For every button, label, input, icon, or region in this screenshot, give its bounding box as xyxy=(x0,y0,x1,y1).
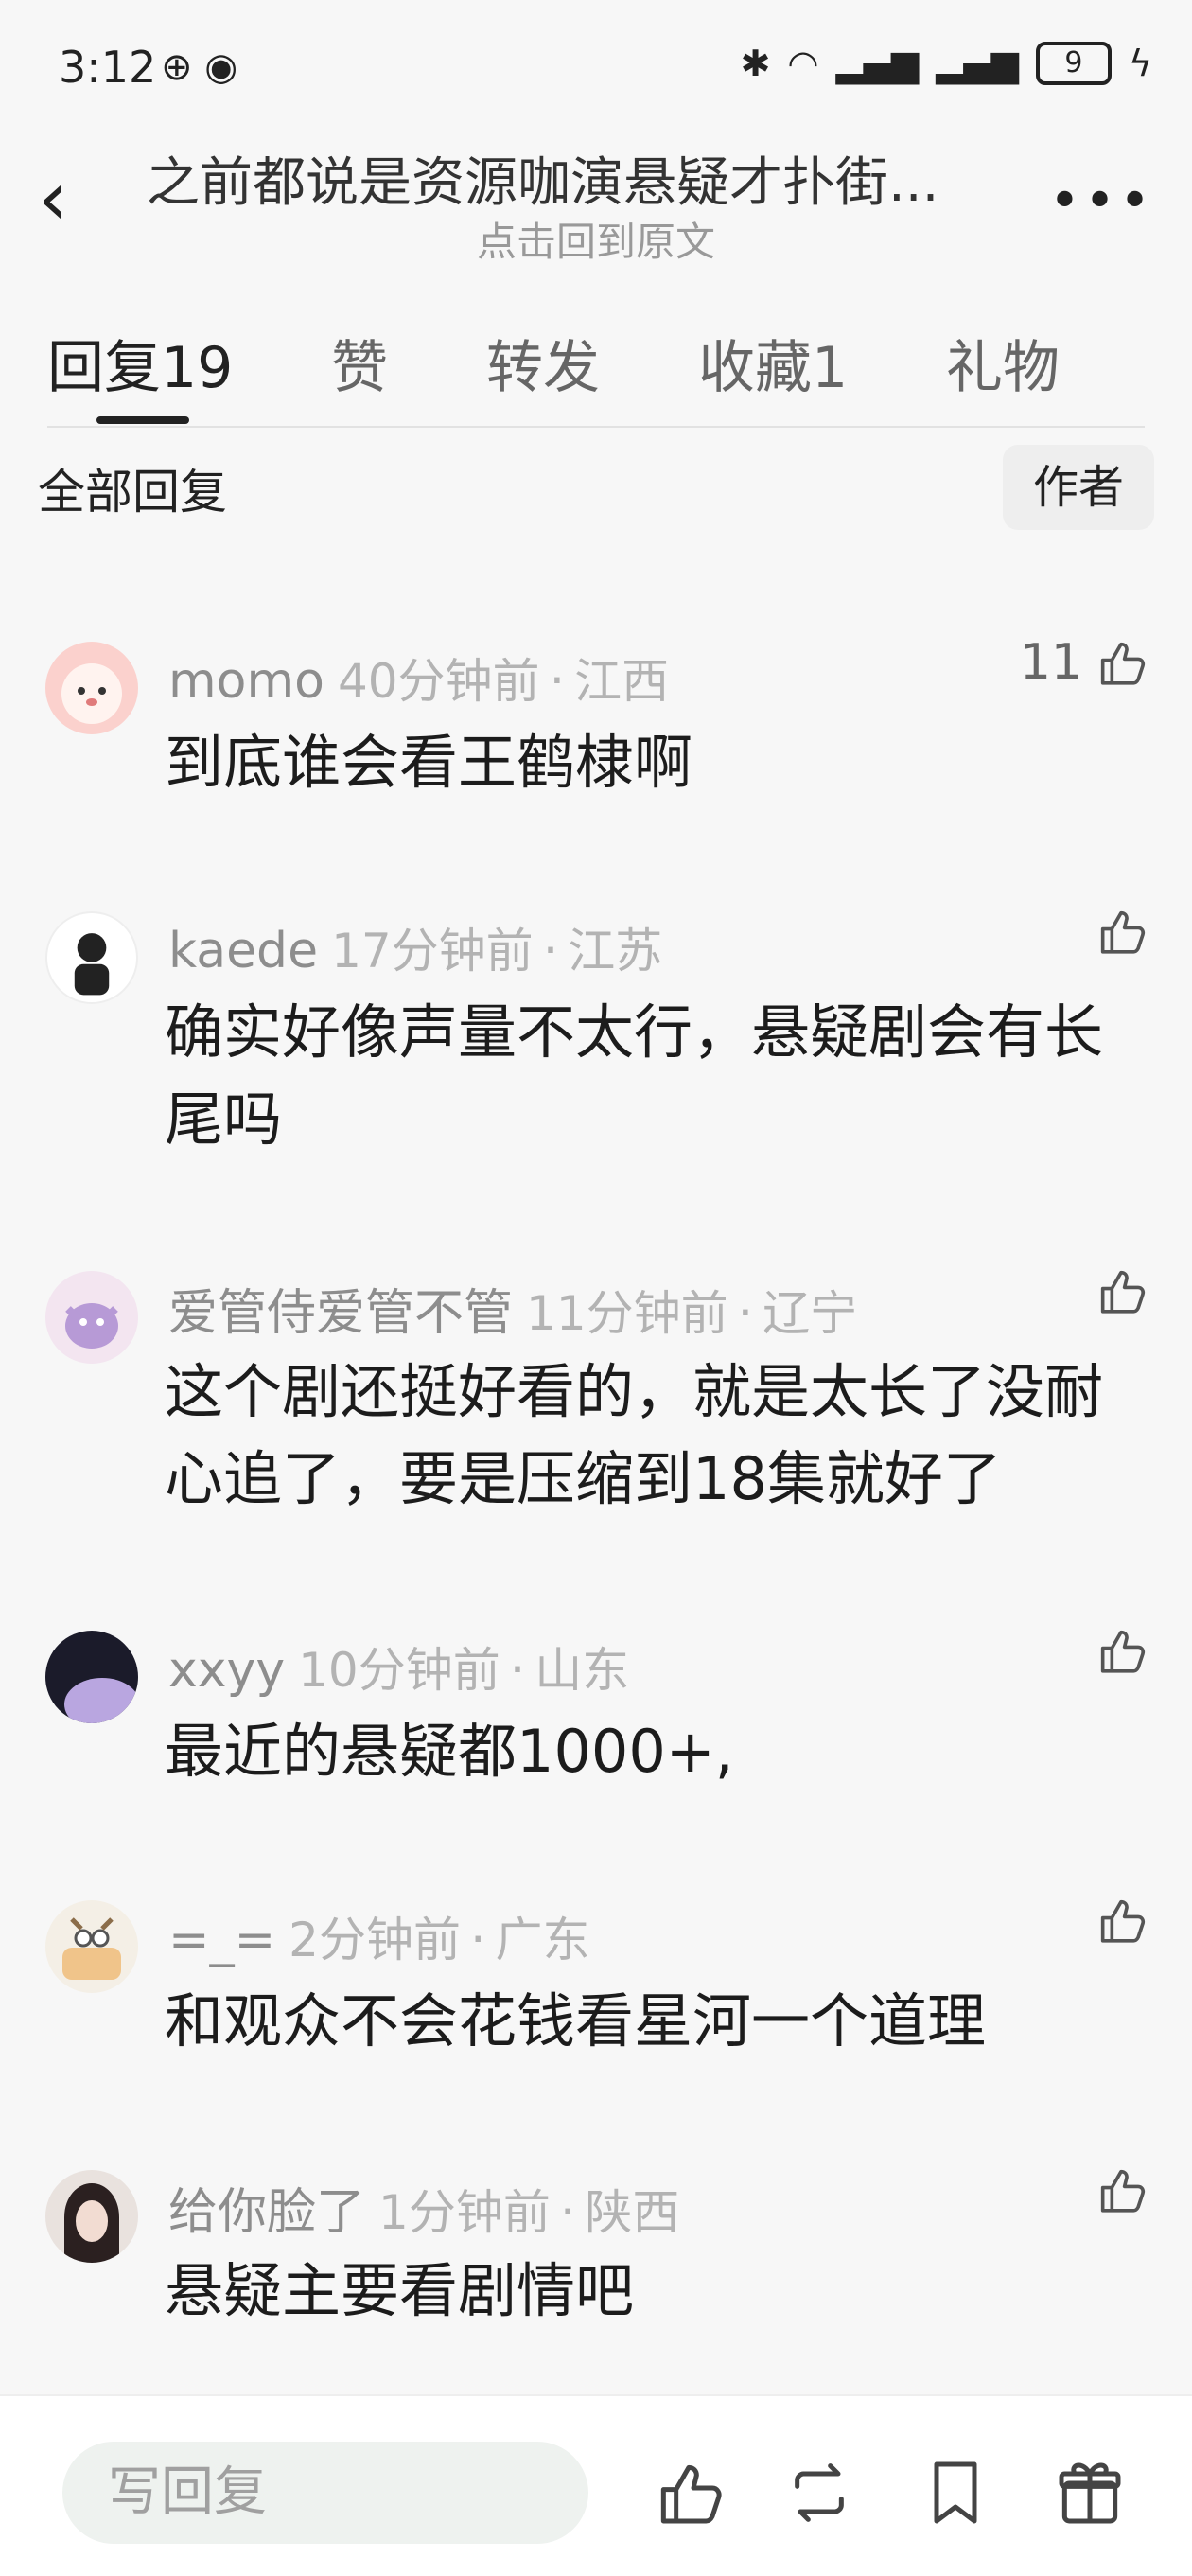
signal-icon-2: ▂▄▆ xyxy=(936,43,1019,84)
comment-time: 11分钟前 xyxy=(526,1286,728,1341)
gift-icon[interactable] xyxy=(1052,2455,1128,2531)
status-right-icons: ✱ ◠ ▂▄▆ ▂▄▆ 9 ϟ xyxy=(741,42,1152,85)
comment-item[interactable]: momo 40分钟前 · 江西 11 到底谁会看王鹤棣啊 xyxy=(0,625,1192,833)
comment-meta: =_= 2分钟前 · 广东 xyxy=(168,1902,589,1970)
comment-text: 和观众不会花钱看星河一个道理 xyxy=(165,1986,987,2056)
bookmark-icon[interactable] xyxy=(918,2455,993,2531)
back-to-original-link[interactable]: 点击回到原文 xyxy=(0,210,1192,268)
header: ‹ 之前都说是资源咖演悬疑才扑街... 点击回到原文 ••• xyxy=(0,132,1192,274)
wifi-icon: ◠ xyxy=(787,43,819,84)
like-icon xyxy=(1100,1899,1146,1943)
comment-location: 陕西 xyxy=(585,2185,680,2240)
more-icon[interactable]: ••• xyxy=(1049,170,1154,232)
tab-replies-count: 19 xyxy=(161,335,234,401)
separator-dot: · xyxy=(469,1912,486,1968)
like-icon xyxy=(1100,910,1146,954)
comment-item[interactable]: xxyy 10分钟前 · 山东 最近的悬疑都1000+, xyxy=(0,1614,1192,1822)
comment-text: 到底谁会看王鹤棣啊 xyxy=(165,728,693,797)
separator-dot: · xyxy=(509,1642,526,1699)
comment-location: 江苏 xyxy=(568,924,663,979)
avatar[interactable] xyxy=(45,911,138,1004)
filter-all-replies[interactable]: 全部回复 xyxy=(38,454,227,522)
comment-meta: 给你脸了 1分钟前 · 陕西 xyxy=(168,2172,679,2243)
comment-text: 这个剧还挺好看的，就是太长了没耐心追了，要是压缩到18集就好了 xyxy=(165,1357,1104,1513)
comment-time: 40分钟前 xyxy=(337,654,540,709)
comment-location: 广东 xyxy=(495,1913,590,1967)
comment-item[interactable]: 爱管侍爱管不管 11分钟前 · 辽宁 这个剧还挺好看的，就是太长了没耐心追了，要是压缩… xyxy=(0,1254,1192,1538)
repost-icon[interactable] xyxy=(781,2455,857,2531)
like-icon xyxy=(1100,2169,1146,2213)
avatar[interactable] xyxy=(45,1900,138,1993)
charging-icon: ϟ xyxy=(1128,43,1152,84)
tab-favorites[interactable]: 收藏1 xyxy=(698,322,848,404)
comment-username[interactable]: xxyy xyxy=(168,1642,285,1699)
comment-meta: 爱管侍爱管不管 11分钟前 · 辽宁 xyxy=(168,1273,857,1344)
separator-dot: · xyxy=(549,653,566,710)
tab-gifts[interactable]: 礼物 xyxy=(946,322,1060,404)
comment-like-button[interactable] xyxy=(1082,1893,1148,1948)
comment-time: 2分钟前 xyxy=(289,1913,461,1967)
tab-favorites-count: 1 xyxy=(812,335,849,401)
battery-icon: 9 xyxy=(1035,42,1112,85)
comment-time: 17分钟前 xyxy=(331,924,534,979)
like-icon xyxy=(1100,642,1146,685)
comment-location: 江西 xyxy=(574,654,670,709)
filter-author-button[interactable]: 作者 xyxy=(1003,445,1154,530)
comment-like-button[interactable] xyxy=(1082,1263,1148,1318)
comment-text: 最近的悬疑都1000+, xyxy=(165,1717,734,1786)
tab-likes-label: 赞 xyxy=(331,335,388,401)
comment-text: 确实好像声量不太行，悬疑剧会有长尾吗 xyxy=(165,997,1104,1154)
status-bar: 3:12 ⊕ ◉ ✱ ◠ ▂▄▆ ▂▄▆ 9 ϟ xyxy=(0,0,1192,132)
separator-dot: · xyxy=(737,1285,754,1342)
comment-like-button[interactable]: 11 xyxy=(1020,634,1148,691)
tab-gifts-label: 礼物 xyxy=(946,335,1060,401)
comment-username[interactable]: momo xyxy=(168,653,324,710)
comment-meta: momo 40分钟前 · 江西 xyxy=(168,644,669,712)
bottom-action-bar: 写回复 xyxy=(0,2394,1192,2576)
comment-like-button[interactable] xyxy=(1082,904,1148,959)
reply-input[interactable]: 写回复 xyxy=(62,2442,588,2544)
tab-reposts-label: 转发 xyxy=(486,335,600,401)
comment-item[interactable]: 给你脸了 1分钟前 · 陕西 悬疑主要看剧情吧 xyxy=(0,2153,1192,2361)
comment-username[interactable]: =_= xyxy=(168,1912,275,1968)
avatar[interactable] xyxy=(45,1271,138,1364)
comment-like-button[interactable] xyxy=(1082,2162,1148,2217)
status-time: 3:12 xyxy=(59,42,157,93)
comment-time: 1分钟前 xyxy=(378,2185,551,2240)
comment-item[interactable]: =_= 2分钟前 · 广东 和观众不会花钱看星河一个道理 xyxy=(0,1883,1192,2091)
separator-dot: · xyxy=(559,2184,576,2241)
separator-dot: · xyxy=(542,923,559,979)
comment-item[interactable]: kaede 17分钟前 · 江苏 确实好像声量不太行，悬疑剧会有长尾吗 xyxy=(0,894,1192,1178)
tab-favorites-label: 收藏 xyxy=(698,335,812,401)
like-icon[interactable] xyxy=(651,2455,727,2531)
active-tab-indicator xyxy=(96,416,189,424)
tab-likes[interactable]: 赞 xyxy=(331,322,388,404)
comment-location: 山东 xyxy=(535,1643,630,1698)
comment-location: 辽宁 xyxy=(763,1286,858,1341)
tab-bar: 回复19 赞 转发 收藏1 礼物 xyxy=(47,312,1145,428)
comment-time: 10分钟前 xyxy=(298,1643,500,1698)
tab-replies-label: 回复 xyxy=(47,335,161,401)
comment-meta: xxyy 10分钟前 · 山东 xyxy=(168,1632,629,1701)
comment-username[interactable]: 爱管侍爱管不管 xyxy=(168,1285,513,1342)
signal-icon: ▂▄▆ xyxy=(835,43,920,84)
tab-reposts[interactable]: 转发 xyxy=(486,322,600,404)
page-title[interactable]: 之前都说是资源咖演悬疑才扑街... xyxy=(147,140,1045,217)
comment-like-count: 11 xyxy=(1019,634,1082,691)
comment-like-button[interactable] xyxy=(1082,1623,1148,1678)
avatar[interactable] xyxy=(45,2170,138,2263)
comment-meta: kaede 17分钟前 · 江苏 xyxy=(168,913,662,981)
bluetooth-icon: ✱ xyxy=(740,43,771,84)
comment-username[interactable]: kaede xyxy=(168,923,318,979)
avatar[interactable] xyxy=(45,1631,138,1723)
status-notification-icons: ⊕ ◉ xyxy=(161,45,238,89)
tab-replies[interactable]: 回复19 xyxy=(47,322,233,404)
avatar[interactable] xyxy=(45,642,138,734)
comment-username[interactable]: 给你脸了 xyxy=(168,2184,365,2241)
like-icon xyxy=(1100,1270,1146,1314)
like-icon xyxy=(1100,1630,1146,1673)
comment-text: 悬疑主要看剧情吧 xyxy=(165,2256,635,2325)
